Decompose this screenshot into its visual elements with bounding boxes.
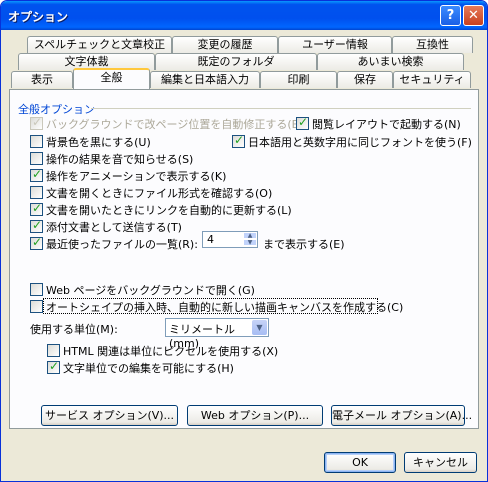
char-width-checkbox[interactable]: [47, 359, 60, 374]
reading-layout-label[interactable]: 閲覧レイアウトで起動する(N): [312, 116, 461, 132]
title-bar: オプション ? ✕: [1, 1, 487, 30]
tab-edit[interactable]: 編集と日本語入力: [150, 71, 260, 88]
options-dialog: オプション ? ✕ スペルチェックと文章校正 変更の履歴 ユーザー情報 互換性 …: [0, 0, 488, 482]
tab-default-folders[interactable]: 既定のフォルダ: [155, 53, 317, 70]
same-font-checkbox[interactable]: [232, 133, 245, 148]
close-button[interactable]: ✕: [463, 5, 484, 26]
reading-layout-checkbox[interactable]: [296, 115, 309, 130]
units-label: 使用する単位(M):: [30, 323, 118, 336]
tab-general[interactable]: 全般: [73, 68, 150, 89]
tab-save[interactable]: 保存: [337, 71, 393, 88]
service-options-button[interactable]: サービス オプション(V)...: [41, 405, 178, 426]
recent-files-checkbox[interactable]: [30, 235, 43, 250]
recent-files-spinner[interactable]: 4 ▲ ▼: [202, 231, 258, 248]
chevron-down-icon[interactable]: ▼: [252, 320, 267, 335]
tab-compatibility[interactable]: 互換性: [392, 36, 473, 53]
recent-files-suffix: まで表示する(E): [263, 238, 345, 251]
group-divider: [91, 108, 471, 109]
cancel-button[interactable]: キャンセル: [404, 452, 477, 473]
blue-background-checkbox[interactable]: [30, 135, 43, 148]
tab-fuzzy-search[interactable]: あいまい検索: [317, 53, 464, 70]
tab-print[interactable]: 印刷: [260, 71, 337, 88]
send-attachment-checkbox[interactable]: [30, 218, 43, 233]
help-button[interactable]: ?: [440, 5, 461, 26]
sound-feedback-checkbox[interactable]: [30, 152, 43, 165]
group-label: 全般オプション: [18, 103, 95, 116]
animation-feedback-checkbox[interactable]: [30, 167, 43, 182]
tab-view[interactable]: 表示: [11, 71, 73, 88]
recent-files-value[interactable]: 4: [207, 233, 214, 246]
confirm-conversion-label[interactable]: 文書を開くときにファイル形式を確認する(O): [46, 185, 272, 201]
send-attachment-label[interactable]: 添付文書として送信する(T): [46, 219, 182, 235]
web-options-button[interactable]: Web オプション(P)...: [187, 405, 323, 426]
html-pixels-checkbox[interactable]: [47, 344, 60, 357]
drawing-canvas-label[interactable]: オートシェイプの挿入時、自動的に新しい描画キャンバスを作成する(C): [46, 299, 403, 315]
blue-background-label[interactable]: 背景色を黒にする(U): [46, 134, 151, 150]
tab-track-changes[interactable]: 変更の履歴: [172, 36, 278, 53]
char-width-label[interactable]: 文字単位での編集を可能にする(H): [63, 360, 234, 376]
tab-spelling[interactable]: スペルチェックと文章校正: [27, 36, 172, 53]
units-select[interactable]: ミリメートル (mm) ▼: [165, 318, 269, 350]
update-links-checkbox[interactable]: [30, 201, 43, 216]
update-links-label[interactable]: 文書を開いたときにリンクを自動的に更新する(L): [46, 202, 292, 218]
email-options-button[interactable]: 電子メール オプション(A)...: [331, 405, 472, 426]
background-repaginate-label: バックグラウンドで改ページ位置を自動修正する(B): [46, 118, 304, 131]
recent-files-label[interactable]: 最近使ったファイルの一覧(R):: [46, 236, 198, 252]
ok-button[interactable]: OK: [324, 452, 396, 473]
spin-up-icon[interactable]: ▲: [243, 232, 257, 239]
animation-feedback-label[interactable]: 操作をアニメーションで表示する(K): [46, 168, 226, 184]
window-title: オプション: [8, 10, 69, 24]
tab-user-info[interactable]: ユーザー情報: [278, 36, 392, 53]
same-font-label[interactable]: 日本語用と英数字用に同じフォントを使う(F): [248, 134, 472, 150]
tab-security[interactable]: セキュリティ: [393, 71, 471, 88]
background-repaginate-checkbox: [30, 115, 43, 130]
spin-down-icon[interactable]: ▼: [243, 239, 257, 246]
sound-feedback-label[interactable]: 操作の結果を音で知らせる(S): [46, 151, 193, 167]
confirm-conversion-checkbox[interactable]: [30, 186, 43, 199]
web-background-label[interactable]: Web ページをバックグラウンドで開く(G): [46, 282, 255, 298]
html-pixels-label[interactable]: HTML 関連は単位にピクセルを使用する(X): [63, 343, 278, 359]
web-background-checkbox[interactable]: [30, 283, 43, 296]
drawing-canvas-checkbox[interactable]: [30, 300, 43, 313]
